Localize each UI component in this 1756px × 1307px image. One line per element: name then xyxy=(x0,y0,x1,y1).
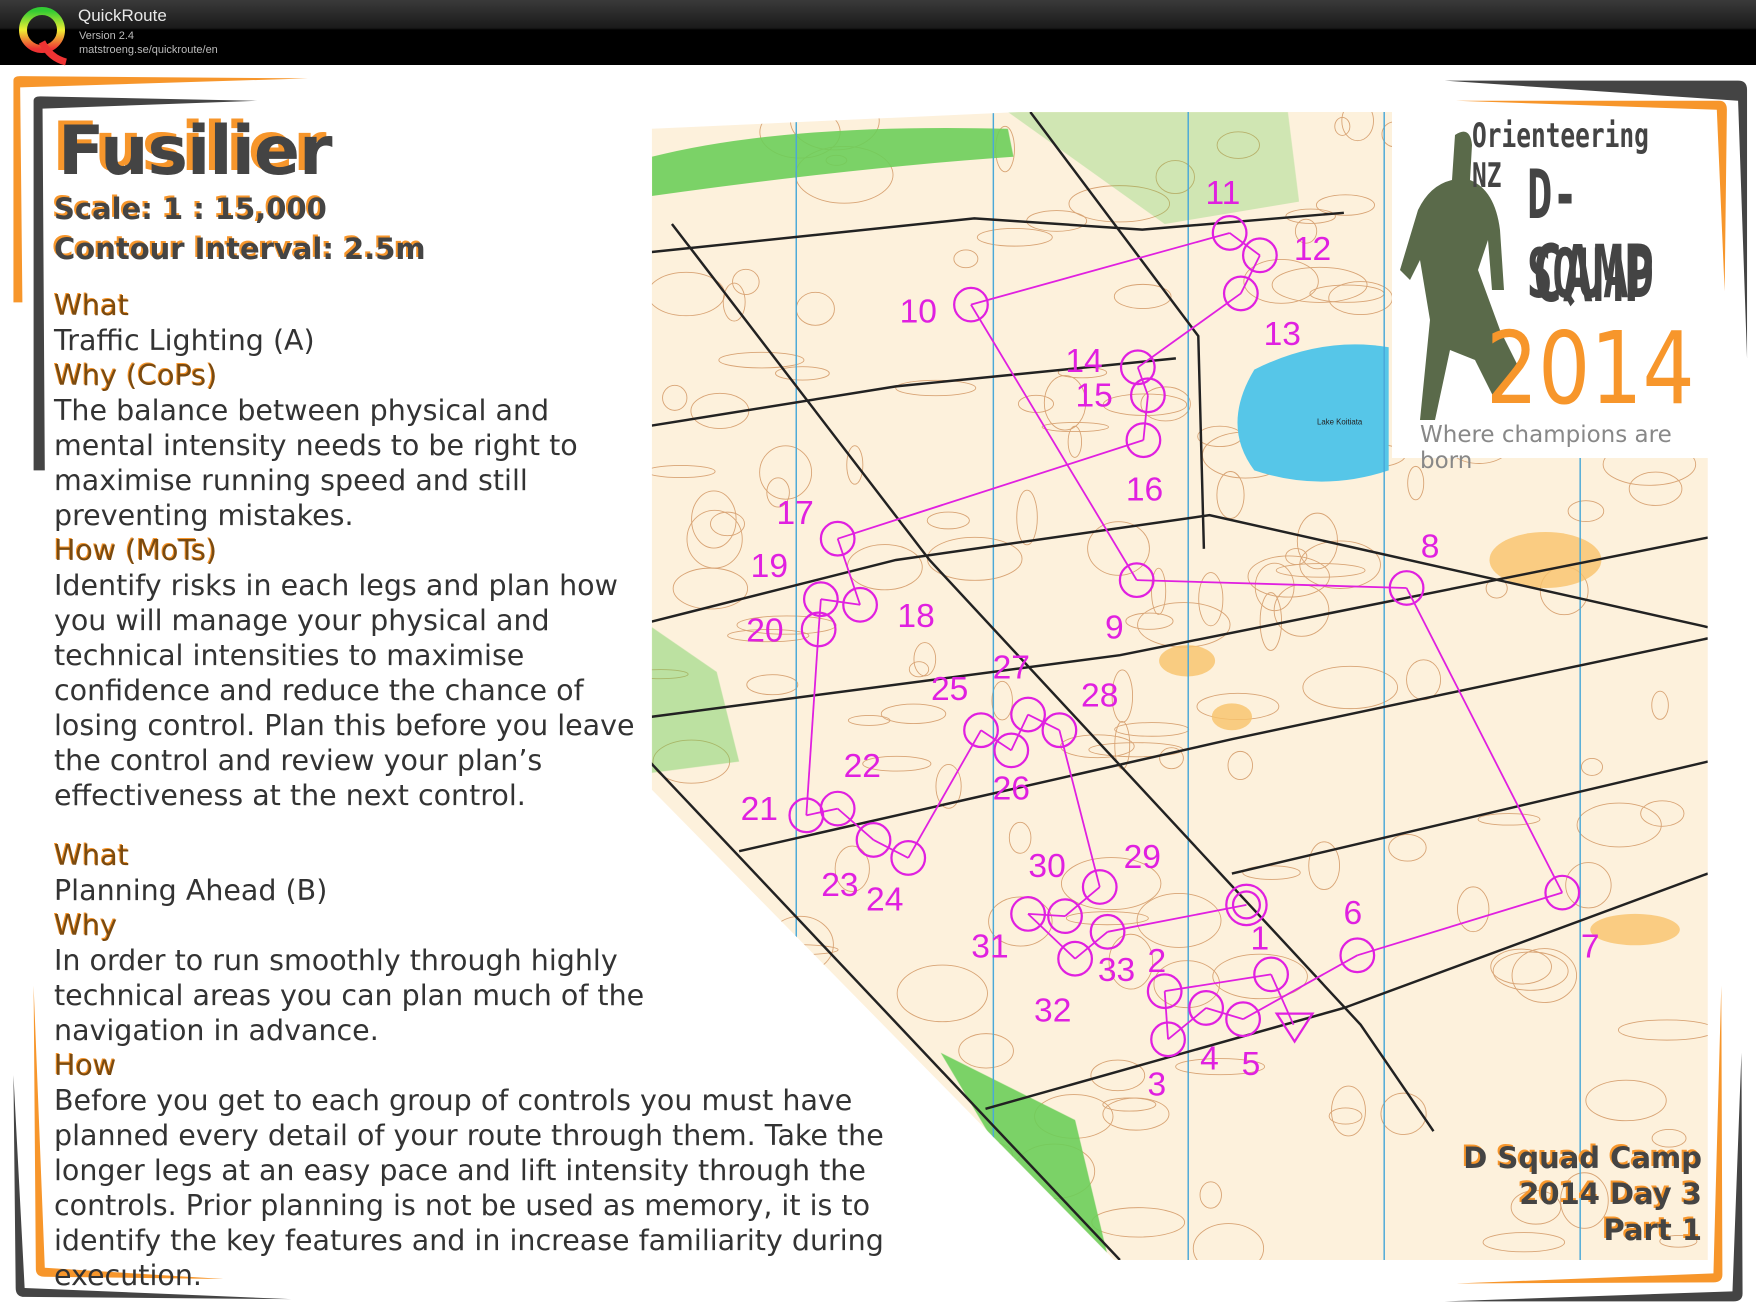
section-heading: What xyxy=(54,839,129,872)
dsquad-logo: Orienteering NZ D-SQUAD CAMP 2014 Where … xyxy=(1392,110,1712,474)
logo-tagline: Where champions are born xyxy=(1420,422,1672,474)
section-heading: Why xyxy=(54,909,118,942)
control-number: 5 xyxy=(1242,1046,1261,1083)
section-text: The balance between physical and mental … xyxy=(54,394,578,532)
control-number: 8 xyxy=(1421,529,1440,566)
control-number: 9 xyxy=(1105,609,1124,646)
control-number: 3 xyxy=(1148,1066,1167,1103)
control-number: 11 xyxy=(1205,175,1240,212)
section-heading: Why (CoPs) xyxy=(54,359,218,392)
control-number: 16 xyxy=(1126,472,1163,509)
control-number: 28 xyxy=(1081,678,1118,715)
section-heading: What xyxy=(54,289,129,322)
event-part: Part 1 xyxy=(1603,1213,1702,1247)
control-number: 13 xyxy=(1264,316,1301,353)
lake-label: Lake Koitiata xyxy=(1317,417,1363,426)
section-text: Planning Ahead (B) xyxy=(54,874,328,907)
control-number: 1 xyxy=(1251,921,1270,958)
control-number: 33 xyxy=(1098,952,1135,989)
contour-interval: Contour Interval: 2.5m xyxy=(54,232,426,266)
section-heading: How xyxy=(54,1049,117,1082)
control-number: 32 xyxy=(1034,992,1071,1029)
control-number: 31 xyxy=(971,929,1008,966)
control-number: 29 xyxy=(1124,839,1161,876)
section-heading: How (MoTs) xyxy=(54,534,218,567)
control-number: 26 xyxy=(993,771,1030,808)
control-number: 27 xyxy=(993,650,1030,687)
event-name: D Squad Camp xyxy=(1463,1141,1702,1175)
control-number: 14 xyxy=(1065,343,1102,380)
control-number: 4 xyxy=(1200,1041,1219,1078)
map-scale: Scale: 1 : 15,000 xyxy=(54,192,327,226)
logo-line3: CAMP xyxy=(1532,230,1655,320)
section-text: In order to run smoothly through highly … xyxy=(54,944,645,1047)
control-number: 7 xyxy=(1581,929,1600,966)
page-title: Fusilier xyxy=(58,112,333,191)
control-number: 6 xyxy=(1343,895,1362,932)
event-label: D Squad Camp 2014 Day 3 Part 1 xyxy=(1463,1140,1702,1248)
control-number: 12 xyxy=(1294,231,1331,268)
event-day: 2014 Day 3 xyxy=(1519,1177,1702,1211)
section-text: Traffic Lighting (A) xyxy=(54,324,315,357)
control-number: 30 xyxy=(1028,848,1065,885)
control-number: 15 xyxy=(1075,378,1112,415)
logo-year: 2014 xyxy=(1486,310,1695,427)
section-text: Before you get to each group of controls… xyxy=(54,1084,884,1292)
section-text: Identify risks in each legs and plan how… xyxy=(54,569,635,812)
training-notes: What Traffic Lighting (A) Why (CoPs) The… xyxy=(54,288,974,1293)
control-number: 2 xyxy=(1148,943,1167,980)
